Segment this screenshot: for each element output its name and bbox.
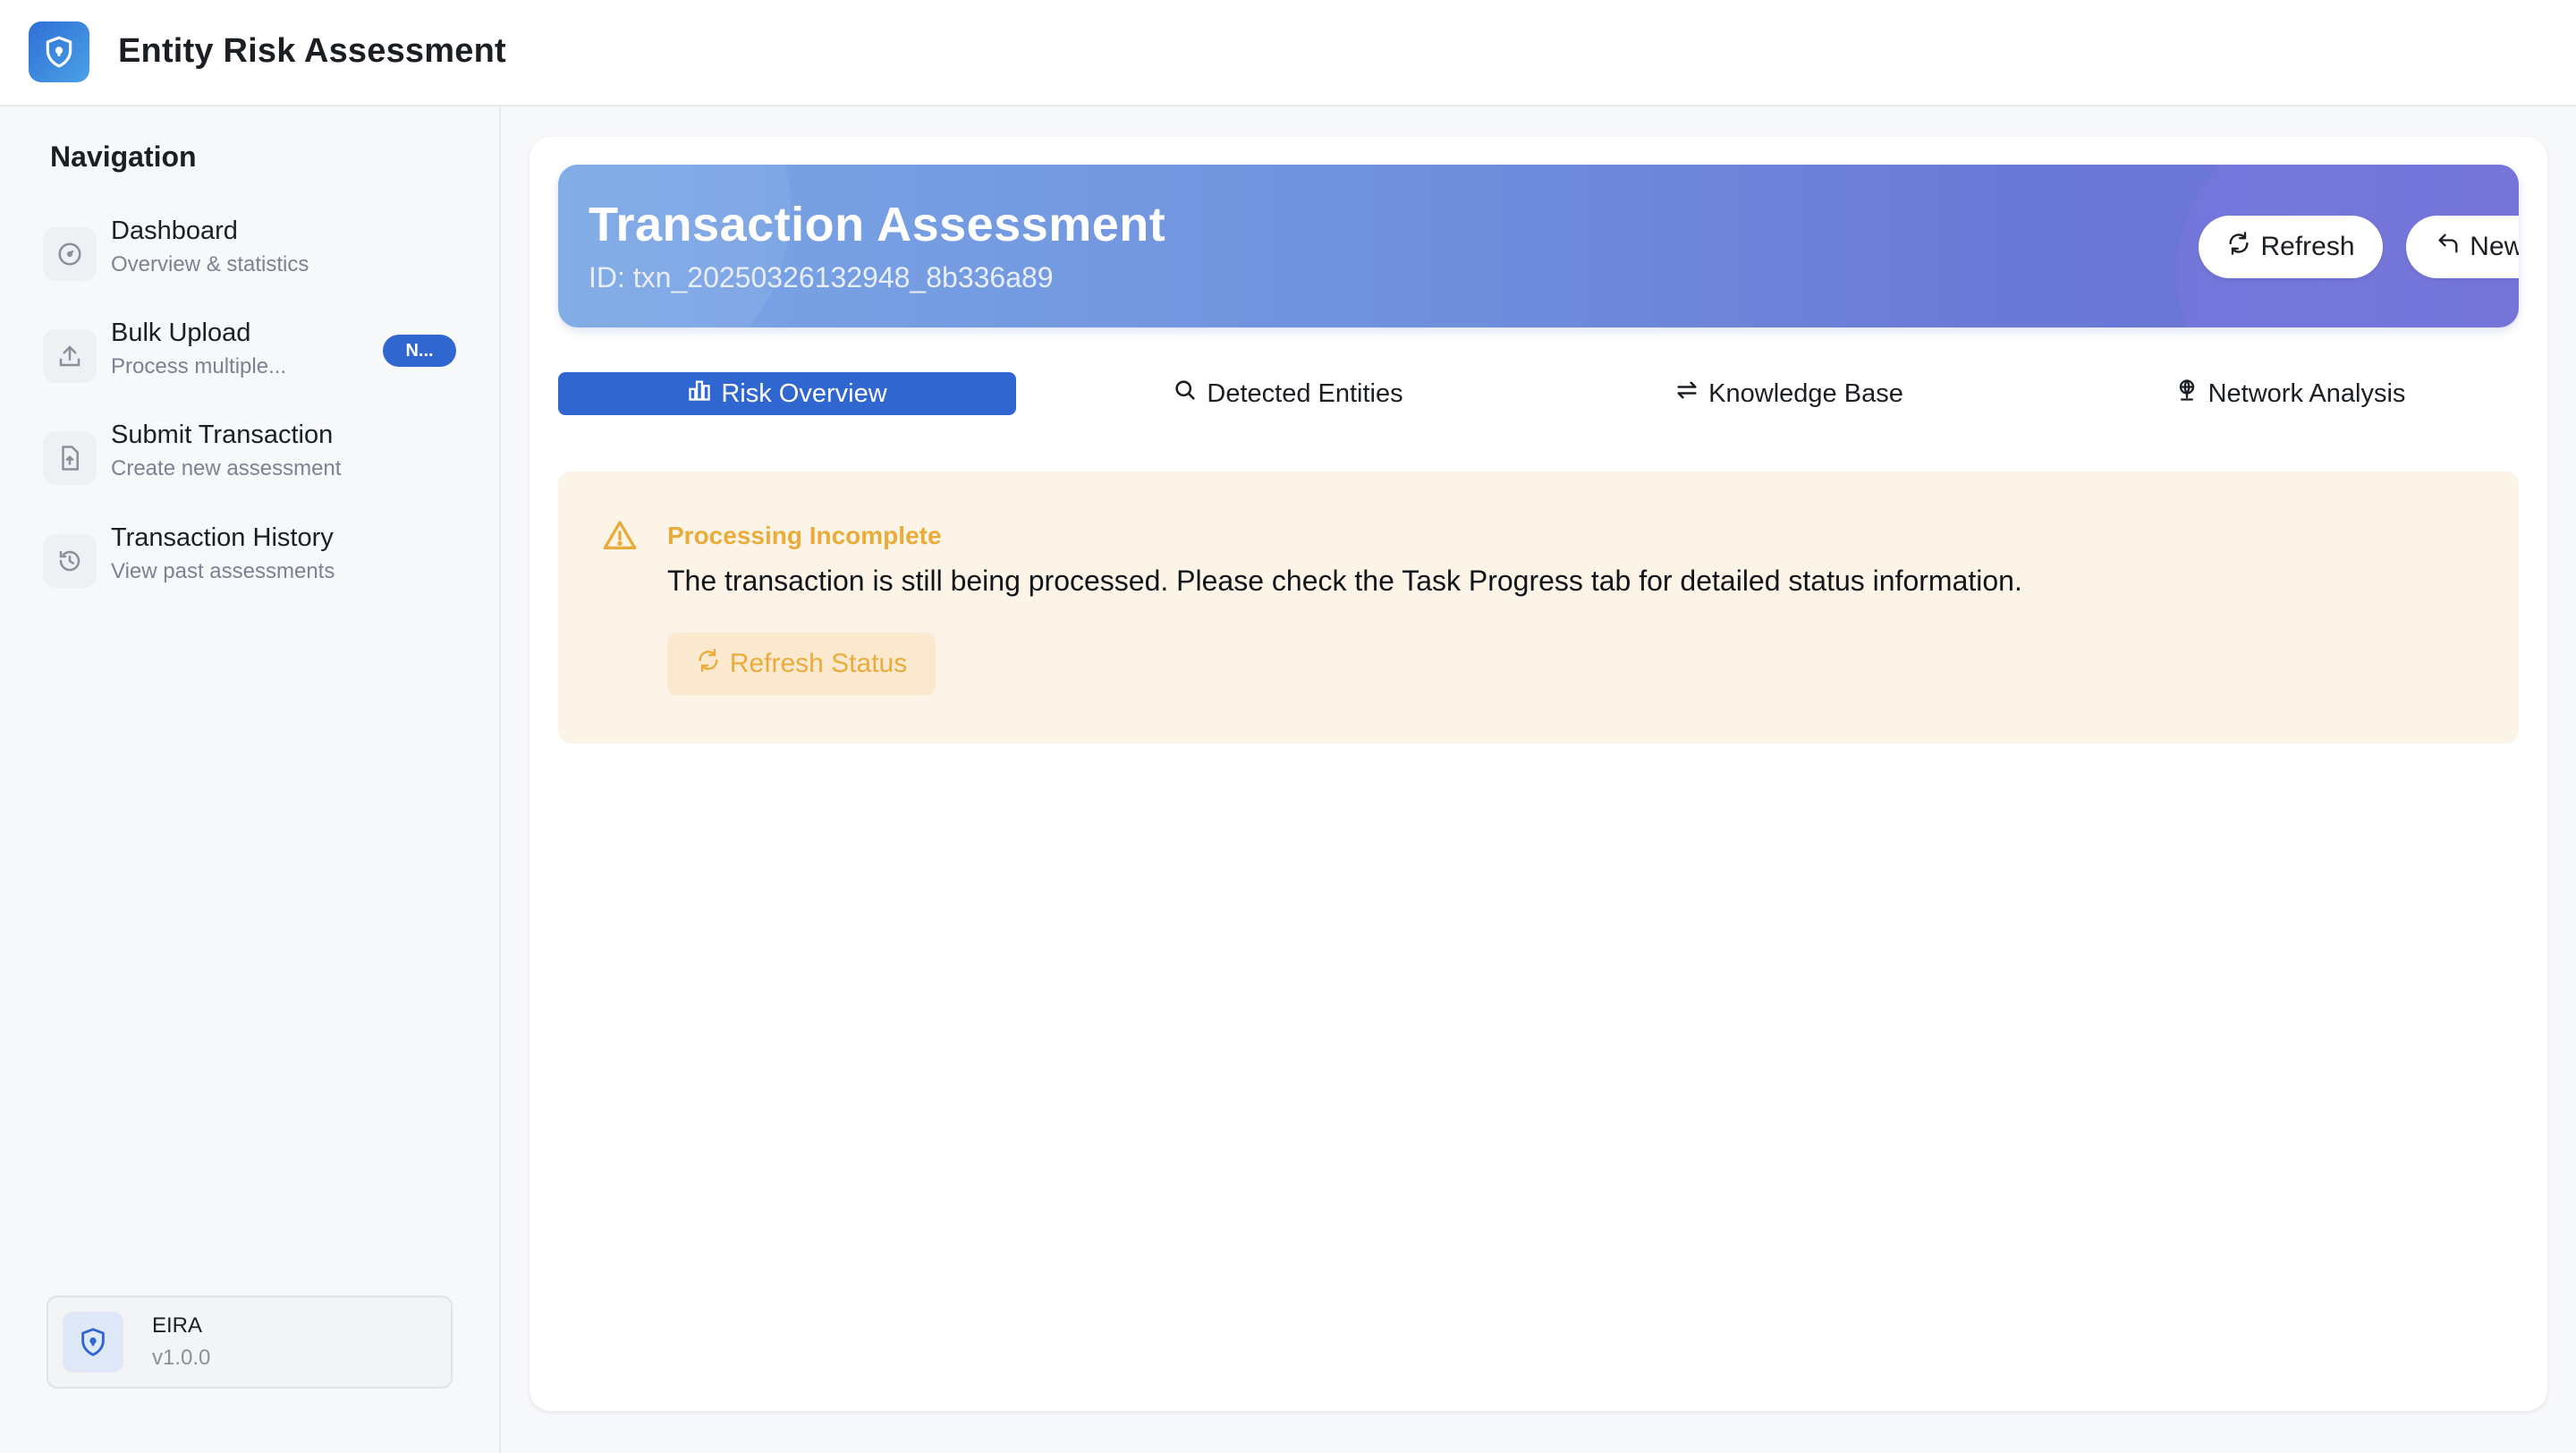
alert-title: Processing Incomplete xyxy=(667,522,942,549)
sidebar-item-sub: Overview & statistics xyxy=(111,252,309,276)
sidebar-item-submit-transaction[interactable]: Submit Transaction Create new assessment xyxy=(39,410,465,496)
alert-message: The transaction is still being processed… xyxy=(667,565,2022,597)
sidebar-item-sub: View past assessments xyxy=(111,559,335,583)
refresh-label: Refresh xyxy=(2260,232,2355,261)
processing-alert: Processing Incomplete The transaction is… xyxy=(558,472,2519,743)
transaction-header: Transaction Assessment ID: txn_202503261… xyxy=(558,165,2519,327)
tab-risk-overview[interactable]: Risk Overview xyxy=(558,372,1016,415)
new-badge: N... xyxy=(383,335,456,367)
new-transaction-button[interactable]: New Transaction xyxy=(2406,216,2519,278)
tab-label: Risk Overview xyxy=(721,378,887,408)
sidebar: Navigation Dashboard Overview & statisti… xyxy=(0,106,501,1453)
sidebar-item-dashboard[interactable]: Dashboard Overview & statistics xyxy=(39,206,465,292)
return-arrow-icon xyxy=(2436,231,2461,263)
search-icon xyxy=(1173,378,1198,410)
refresh-button[interactable]: Refresh xyxy=(2199,216,2383,278)
sidebar-item-bulk-upload[interactable]: Bulk Upload Process multiple... N... xyxy=(39,308,465,394)
tab-label: Knowledge Base xyxy=(1708,378,1903,408)
sidebar-item-label: Submit Transaction xyxy=(111,421,334,449)
app-name: EIRA xyxy=(152,1313,203,1338)
top-bar: Entity Risk Assessment xyxy=(0,0,2576,106)
page-title: Transaction Assessment xyxy=(589,198,1166,251)
app-title: Entity Risk Assessment xyxy=(118,32,506,70)
bar-chart-icon xyxy=(687,378,712,410)
sidebar-item-label: Bulk Upload xyxy=(111,319,251,347)
refresh-icon xyxy=(2226,231,2251,263)
main-card: Transaction Assessment ID: txn_202503261… xyxy=(530,137,2547,1411)
app-version: v1.0.0 xyxy=(152,1346,211,1370)
gauge-icon xyxy=(43,227,97,281)
globe-pin-icon xyxy=(2174,378,2199,410)
file-upload-icon xyxy=(43,431,97,485)
nav-heading: Navigation xyxy=(50,140,197,173)
new-transaction-label: New Transaction xyxy=(2470,232,2519,261)
tab-network-analysis[interactable]: Network Analysis xyxy=(2061,372,2519,415)
refresh-status-label: Refresh Status xyxy=(729,649,908,678)
refresh-status-button[interactable]: Refresh Status xyxy=(667,633,936,695)
sidebar-item-sub: Process multiple... xyxy=(111,354,287,378)
tab-label: Network Analysis xyxy=(2207,378,2406,408)
transaction-id: ID: txn_20250326132948_8b336a89 xyxy=(589,261,1054,293)
shield-icon xyxy=(63,1312,123,1372)
tab-detected-entities[interactable]: Detected Entities xyxy=(1059,372,1517,415)
sidebar-item-transaction-history[interactable]: Transaction History View past assessment… xyxy=(39,513,465,599)
tab-knowledge-base[interactable]: Knowledge Base xyxy=(1560,372,2018,415)
sidebar-item-label: Transaction History xyxy=(111,523,334,552)
version-card: EIRA v1.0.0 xyxy=(47,1296,453,1389)
warning-icon xyxy=(601,518,639,558)
refresh-icon xyxy=(696,648,721,680)
upload-icon xyxy=(43,329,97,383)
swap-arrows-icon xyxy=(1674,378,1699,410)
sidebar-item-sub: Create new assessment xyxy=(111,456,342,480)
sidebar-item-label: Dashboard xyxy=(111,217,238,245)
tab-label: Detected Entities xyxy=(1207,378,1403,408)
shield-icon xyxy=(29,21,89,82)
history-icon xyxy=(43,534,97,588)
